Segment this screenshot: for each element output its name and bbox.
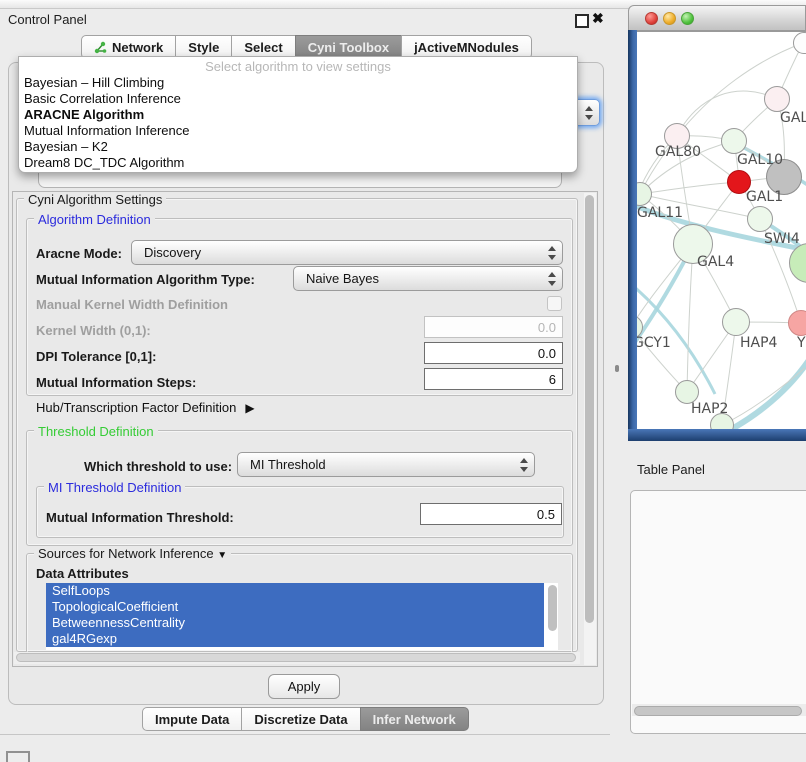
float-panel-icon[interactable] (575, 14, 589, 28)
list-scrollbar[interactable] (548, 585, 557, 631)
bottom-tabs: Impute Data Discretize Data Infer Networ… (142, 707, 469, 731)
kernel-width-field[interactable]: 0.0 (424, 316, 563, 338)
node-label-gcy1: GCY1 (637, 335, 671, 351)
docked-panel-icon[interactable] (6, 751, 30, 762)
network-node-swi4[interactable] (747, 206, 773, 232)
manual-kernel-checkbox[interactable] (547, 296, 562, 311)
node-label-gal1: GAL1 (746, 189, 783, 205)
group-title-mi-threshold: MI Threshold Definition (44, 480, 185, 495)
settings-hscrollbar-thumb[interactable] (16, 653, 576, 662)
stepper-icon (548, 272, 555, 286)
minimize-window-icon[interactable] (663, 12, 676, 25)
table-panel (630, 490, 806, 734)
node-label-hap2: HAP2 (691, 401, 728, 417)
list-item-topologicalcoefficient[interactable]: TopologicalCoefficient (46, 599, 544, 615)
group-title-algorithm-definition: Algorithm Definition (34, 212, 155, 227)
group-title-threshold-definition: Threshold Definition (34, 424, 158, 439)
network-window-frame-left (628, 30, 637, 441)
popup-item-bayesian-hill-climbing[interactable]: Bayesian – Hill Climbing (19, 75, 577, 91)
stepper-icon (548, 246, 555, 260)
popup-prompt: Select algorithm to view settings (19, 59, 577, 75)
dpi-tolerance-field[interactable]: 0.0 (424, 342, 563, 364)
tab-label: Impute Data (155, 712, 229, 727)
table-panel-title: Table Panel (637, 462, 705, 477)
splitter-handle[interactable] (615, 365, 619, 372)
control-panel-title: Control Panel (8, 12, 87, 27)
kernel-width-label: Kernel Width (0,1): (36, 323, 151, 338)
expand-arrow-icon: ▶ (245, 401, 254, 415)
node-label-gal10: GAL10 (737, 152, 783, 168)
which-threshold-combo[interactable]: MI Threshold (237, 452, 535, 477)
collapse-arrow-icon[interactable]: ▼ (217, 550, 227, 561)
tab-label: Infer Network (373, 712, 456, 727)
group-title-sources: Sources for Network Inference ▼ (34, 546, 231, 561)
dpi-tolerance-label: DPI Tolerance [0,1]: (36, 349, 156, 364)
popup-item-bayesian-k2[interactable]: Bayesian – K2 (19, 139, 577, 155)
group-title-cyni-settings: Cyni Algorithm Settings (24, 192, 166, 207)
popup-item-aracne[interactable]: ARACNE Algorithm (19, 107, 577, 123)
popup-item-dream8[interactable]: Dream8 DC_TDC Algorithm (19, 155, 577, 171)
close-panel-icon[interactable]: ✖ (592, 10, 604, 27)
combo-value: MI Threshold (250, 457, 326, 472)
sources-title-text: Sources for Network Inference (38, 546, 214, 561)
stepper-icon (520, 458, 527, 472)
popup-item-mutual-information[interactable]: Mutual Information Inference (19, 123, 577, 139)
combo-value: Naive Bayes (306, 271, 379, 286)
algorithm-dropdown-popup: Select algorithm to view settings Bayesi… (18, 56, 578, 173)
node-label-gal11: GAL11 (637, 205, 683, 221)
close-window-icon[interactable] (645, 12, 658, 25)
node-label-hap4: HAP4 (740, 335, 777, 351)
node-label-gal80: GAL80 (655, 144, 701, 160)
tab-impute-data[interactable]: Impute Data (142, 707, 242, 731)
list-item-betweennesscentrality[interactable]: BetweennessCentrality (46, 615, 544, 631)
screen: Control Panel ✖ Network Style Select Cyn… (0, 0, 806, 762)
network-node-gal-partial[interactable] (764, 86, 790, 112)
mi-steps-field[interactable]: 6 (424, 368, 563, 390)
tab-label: Discretize Data (254, 712, 347, 727)
tab-label: Cyni Toolbox (308, 40, 389, 55)
node-label-gal4: GAL4 (697, 254, 734, 270)
zoom-window-icon[interactable] (681, 12, 694, 25)
tab-discretize-data[interactable]: Discretize Data (241, 707, 360, 731)
mi-algorithm-type-combo[interactable]: Naive Bayes (293, 266, 563, 291)
network-window-frame-bottom (628, 429, 806, 441)
tab-label: Style (188, 40, 219, 55)
mi-threshold-field[interactable]: 0.5 (420, 503, 562, 525)
network-window-titlebar[interactable] (628, 5, 806, 31)
manual-kernel-label: Manual Kernel Width Definition (36, 297, 228, 312)
combo-value: Discovery (144, 245, 201, 260)
tab-label: jActiveMNodules (414, 40, 519, 55)
tab-label: Select (244, 40, 282, 55)
node-label-gal: GAL (780, 110, 806, 126)
list-item-selfloops[interactable]: SelfLoops (46, 583, 544, 599)
mi-threshold-label: Mutual Information Threshold: (46, 510, 234, 525)
data-attributes-list: SelfLoops TopologicalCoefficient Between… (46, 583, 558, 650)
mi-algorithm-type-label: Mutual Information Algorithm Type: (36, 272, 255, 287)
network-icon (94, 41, 107, 54)
table-hscrollbar-thumb[interactable] (634, 706, 802, 716)
stepper-icon (585, 106, 592, 120)
tab-infer-network[interactable]: Infer Network (360, 707, 469, 731)
tab-label: Network (112, 40, 163, 55)
which-threshold-label: Which threshold to use: (84, 459, 232, 474)
network-node-gal10[interactable] (721, 128, 747, 154)
list-item-gal4rgexp[interactable]: gal4RGexp (46, 631, 544, 647)
aracne-mode-combo[interactable]: Discovery (131, 240, 563, 265)
aracne-mode-label: Aracne Mode: (36, 246, 122, 261)
control-panel-divider (0, 734, 610, 735)
hub-definition-label: Hub/Transcription Factor Definition (36, 400, 236, 415)
node-label-y-partial: Y (797, 335, 806, 351)
hub-definition-toggle[interactable]: Hub/Transcription Factor Definition ▶ (36, 400, 255, 415)
mi-steps-label: Mutual Information Steps: (36, 375, 196, 390)
table-hscrollbar[interactable] (632, 704, 806, 716)
popup-item-basic-correlation[interactable]: Basic Correlation Inference (19, 91, 577, 107)
data-attributes-label: Data Attributes (36, 566, 129, 581)
settings-vscrollbar-thumb[interactable] (585, 195, 594, 623)
network-node-hap4[interactable] (722, 308, 750, 336)
apply-button[interactable]: Apply (268, 674, 340, 699)
node-label-swi4: SWI4 (764, 231, 800, 247)
network-canvas[interactable]: GAL GAL80 GAL10 GAL1 GAL11 SWI4 GAL4 GCY… (637, 31, 806, 429)
